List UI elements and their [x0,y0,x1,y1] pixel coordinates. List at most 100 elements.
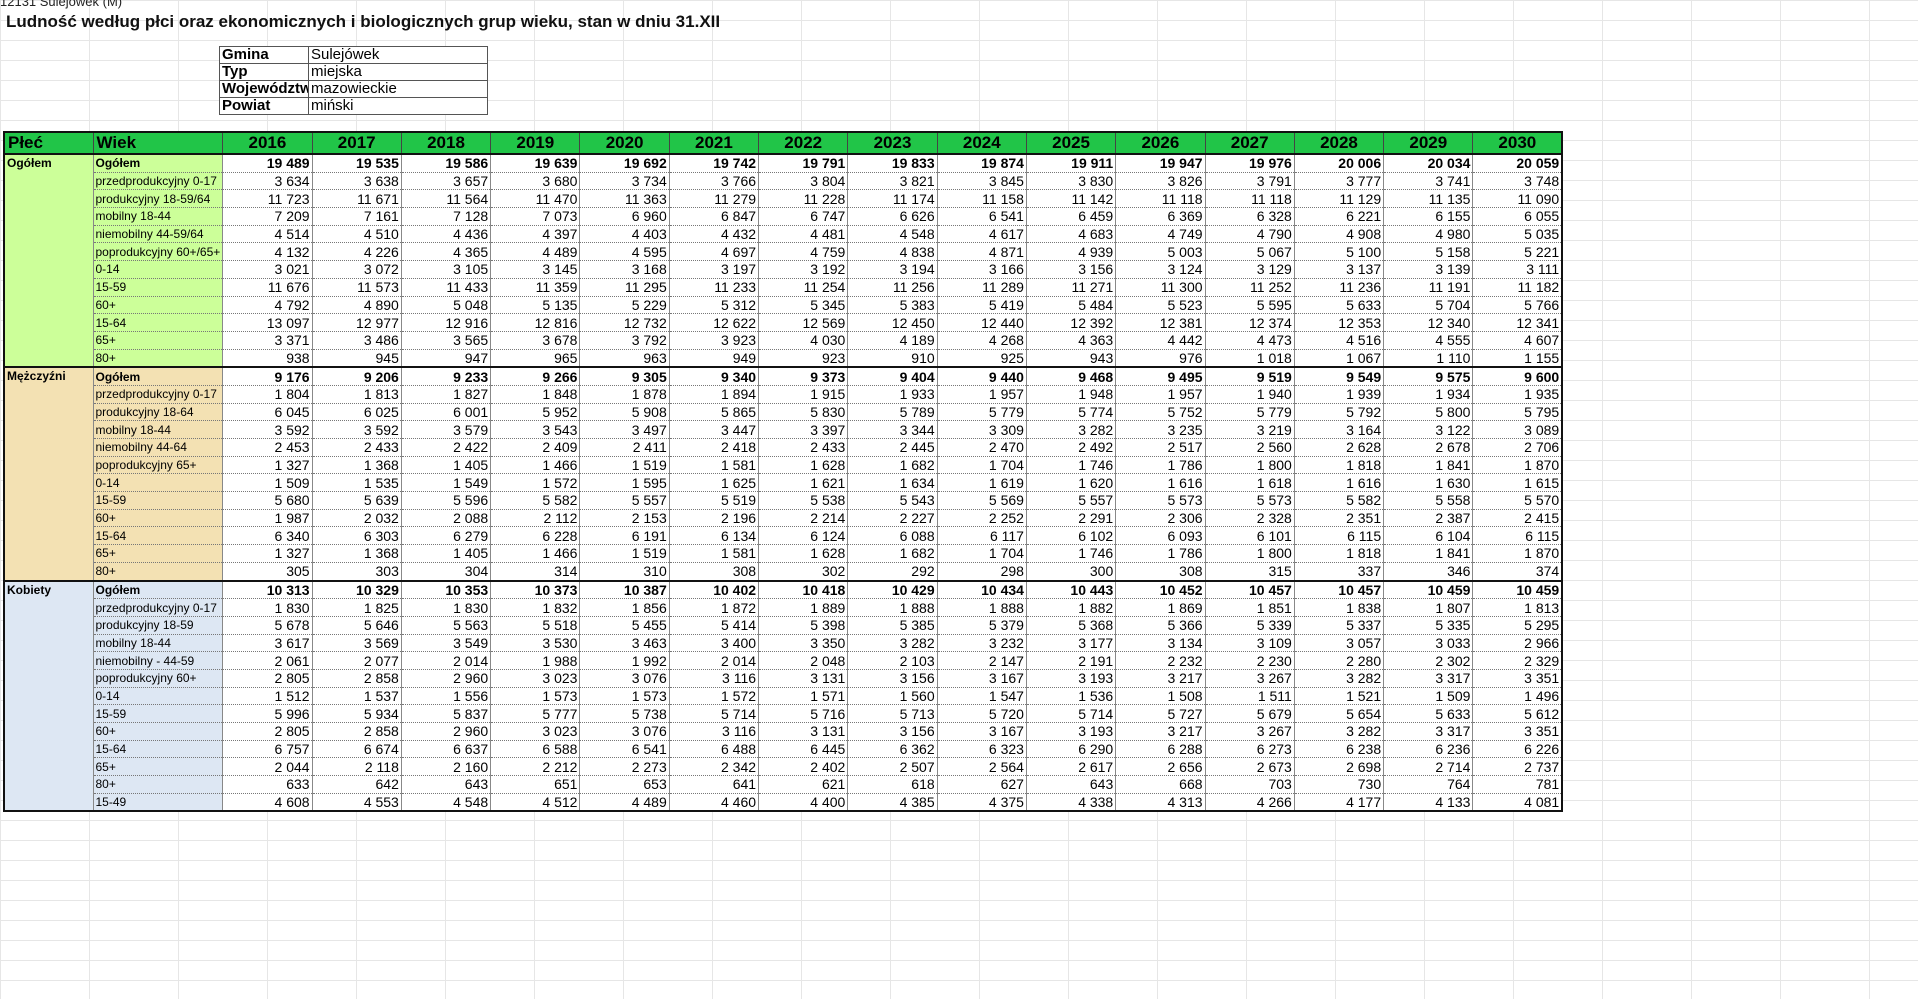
value-cell[interactable]: 11 174 [847,189,938,209]
value-cell[interactable]: 4 363 [1025,331,1116,350]
value-cell[interactable]: 5 100 [1293,242,1384,262]
value-cell[interactable]: 1 155 [1472,349,1563,368]
value-cell[interactable]: 1 620 [1025,473,1116,493]
age-group-cell[interactable]: produkcyjny 18-64 [92,403,224,422]
value-cell[interactable]: 6 093 [1115,526,1206,546]
value-cell[interactable]: 5 570 [1472,491,1563,510]
value-cell[interactable]: 9 305 [579,366,670,386]
value-cell[interactable]: 2 103 [847,651,938,670]
value-cell[interactable]: 6 747 [758,207,848,226]
value-cell[interactable]: 4 790 [1204,225,1295,244]
value-cell[interactable]: 1 547 [936,687,1027,706]
value-cell[interactable]: 4 510 [311,225,402,244]
value-cell[interactable]: 1 519 [579,544,670,563]
value-cell[interactable]: 10 353 [400,579,491,600]
header-year[interactable]: 2029 [1383,131,1474,155]
age-group-cell[interactable]: przedprodukcyjny 0-17 [92,172,224,191]
value-cell[interactable]: 5 484 [1025,296,1116,315]
value-cell[interactable]: 4 385 [847,793,938,812]
value-cell[interactable]: 5 339 [1204,616,1295,635]
value-cell[interactable]: 310 [579,562,670,582]
value-cell[interactable]: 3 023 [490,669,580,688]
value-cell[interactable]: 3 351 [1472,669,1563,688]
value-cell[interactable]: 1 327 [222,544,313,563]
value-cell[interactable]: 6 238 [1293,740,1384,759]
value-cell[interactable]: 19 742 [668,154,759,173]
value-cell[interactable]: 5 398 [758,616,848,635]
value-cell[interactable]: 2 960 [400,722,491,741]
value-cell[interactable]: 1 882 [1025,598,1116,617]
value-cell[interactable]: 1 496 [1472,687,1563,706]
sex-cell[interactable]: Ogółem [3,154,94,368]
value-cell[interactable]: 5 837 [400,704,491,723]
info-value[interactable]: mazowieckie [308,80,488,98]
value-cell[interactable]: 6 228 [490,526,580,546]
value-cell[interactable]: 19 833 [847,154,938,173]
info-label[interactable]: Województwo [219,80,309,98]
value-cell[interactable]: 1 869 [1115,598,1206,617]
value-cell[interactable]: 3 076 [579,669,670,688]
value-cell[interactable]: 3 309 [936,420,1027,439]
value-cell[interactable]: 9 176 [222,366,313,386]
value-cell[interactable]: 3 791 [1204,172,1295,191]
value-cell[interactable]: 1 682 [847,544,938,563]
value-cell[interactable]: 3 134 [1115,634,1206,653]
value-cell[interactable]: 1 628 [758,456,848,475]
value-cell[interactable]: 3 565 [400,331,491,350]
value-cell[interactable]: 3 168 [579,260,670,279]
age-group-cell[interactable]: 0-14 [92,687,224,706]
value-cell[interactable]: 5 414 [668,616,759,635]
value-cell[interactable]: 5 680 [222,491,313,510]
value-cell[interactable]: 5 752 [1115,403,1206,422]
value-cell[interactable]: 3 156 [847,722,938,741]
value-cell[interactable]: 3 193 [1025,722,1116,741]
age-group-cell[interactable]: 60+ [92,722,224,741]
value-cell[interactable]: 6 588 [490,740,580,759]
value-cell[interactable]: 5 679 [1204,704,1295,723]
value-cell[interactable]: 938 [222,349,313,368]
age-group-cell[interactable]: 15-49 [92,793,224,812]
value-cell[interactable]: 4 481 [758,225,848,244]
value-cell[interactable]: 3 845 [936,172,1027,191]
value-cell[interactable]: 2 411 [579,438,670,457]
value-cell[interactable]: 1 549 [400,473,491,493]
value-cell[interactable]: 2 232 [1115,651,1206,670]
value-cell[interactable]: 6 445 [758,740,848,759]
value-cell[interactable]: 1 894 [668,385,759,404]
value-cell[interactable]: 1 957 [936,385,1027,404]
value-cell[interactable]: 4 792 [222,296,313,315]
header-year[interactable]: 2027 [1204,131,1295,155]
value-cell[interactable]: 1 618 [1204,473,1295,493]
value-cell[interactable]: 5 596 [400,491,491,510]
value-cell[interactable]: 3 219 [1204,420,1295,439]
value-cell[interactable]: 2 560 [1204,438,1295,457]
value-cell[interactable]: 3 282 [1025,420,1116,439]
value-cell[interactable]: 1 704 [936,456,1027,475]
value-cell[interactable]: 2 118 [311,757,402,777]
value-cell[interactable]: 4 607 [1472,331,1563,350]
value-cell[interactable]: 3 116 [668,669,759,688]
value-cell[interactable]: 9 468 [1025,366,1116,386]
value-cell[interactable]: 302 [758,562,848,582]
value-cell[interactable]: 4 759 [758,242,848,262]
value-cell[interactable]: 6 055 [1472,207,1563,226]
value-cell[interactable]: 1 519 [579,456,670,475]
value-cell[interactable]: 4 177 [1293,793,1384,812]
value-cell[interactable]: 3 830 [1025,172,1116,191]
value-cell[interactable]: 1 630 [1383,473,1473,493]
age-group-cell[interactable]: 60+ [92,509,224,528]
value-cell[interactable]: 1 466 [490,456,580,475]
value-cell[interactable]: 730 [1293,775,1384,794]
value-cell[interactable]: 11 135 [1383,189,1473,209]
value-cell[interactable]: 2 032 [311,509,402,528]
info-label[interactable]: Gmina [219,46,309,64]
value-cell[interactable]: 3 804 [758,172,848,191]
value-cell[interactable]: 6 541 [579,740,670,759]
value-cell[interactable]: 653 [579,775,670,794]
value-cell[interactable]: 1 851 [1204,598,1295,617]
value-cell[interactable]: 5 455 [579,616,670,635]
value-cell[interactable]: 5 582 [490,491,580,510]
value-cell[interactable]: 4 595 [579,242,670,262]
value-cell[interactable]: 3 497 [579,420,670,439]
value-cell[interactable]: 703 [1204,775,1295,794]
